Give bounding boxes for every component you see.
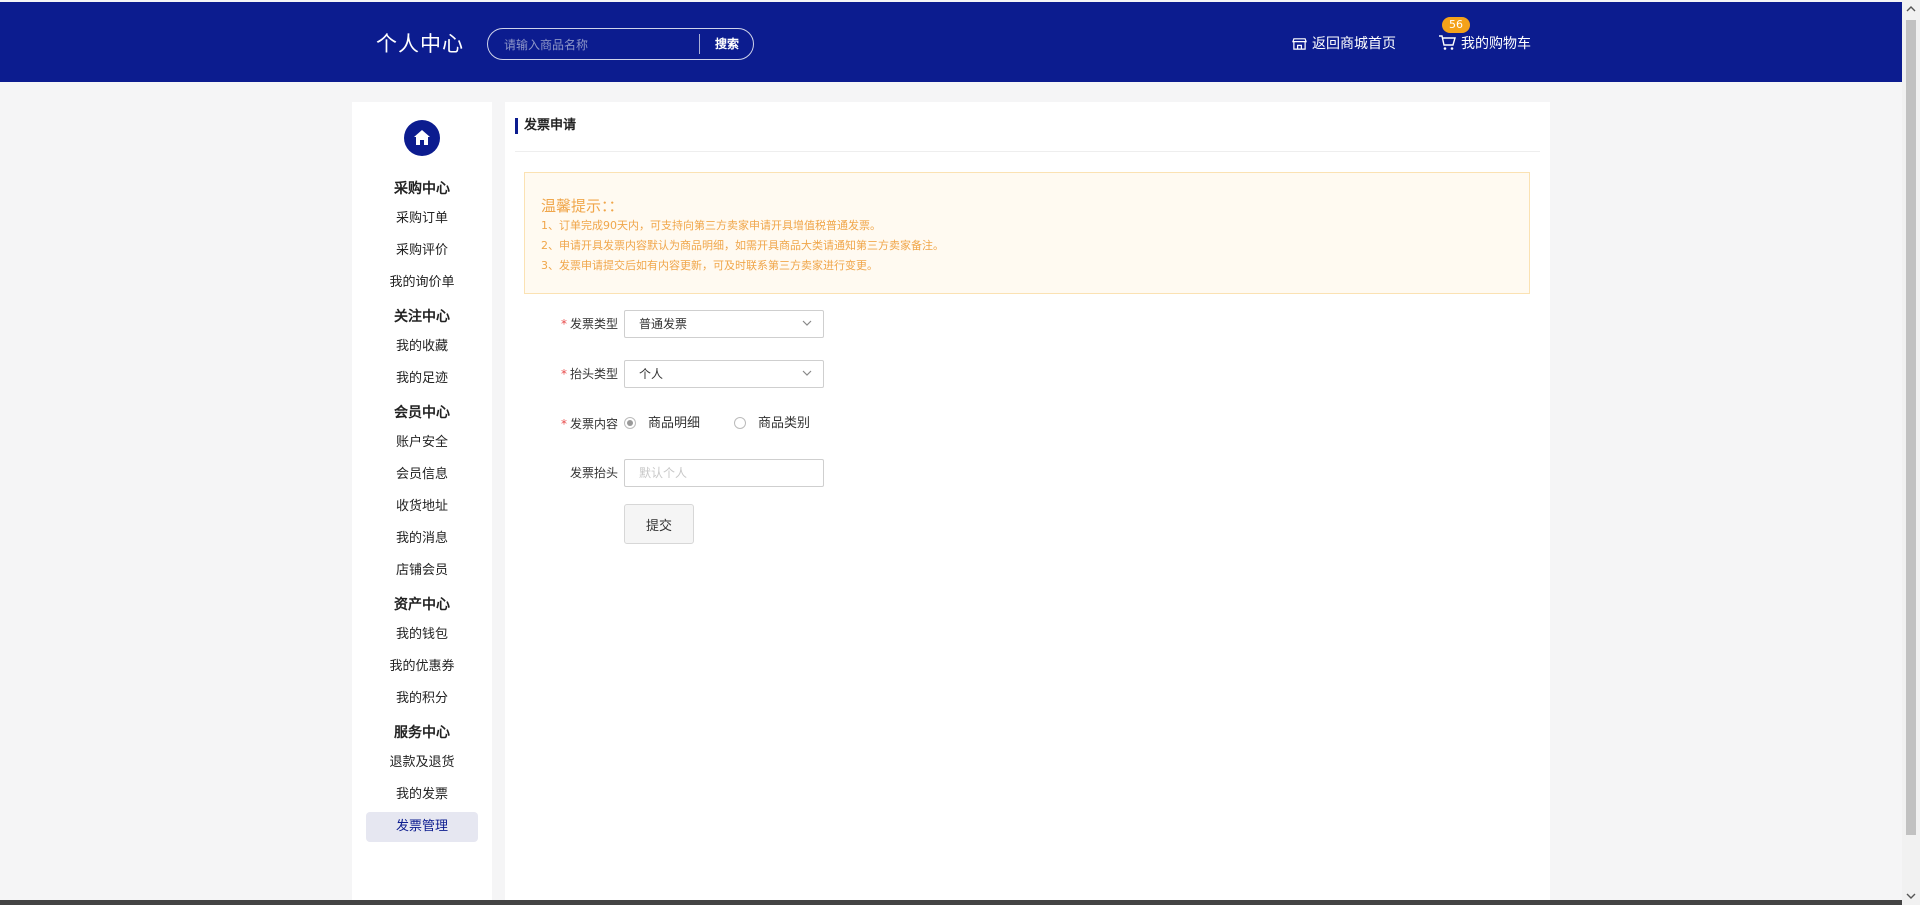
sidebar-item-points[interactable]: 我的积分 xyxy=(366,684,478,714)
sidebar-group-title: 关注中心 xyxy=(394,309,450,325)
sidebar: 采购中心 采购订单 采购评价 我的询价单 关注中心 我的收藏 我的足迹 会员中心… xyxy=(352,102,492,902)
invoice-content-label: * 发票内容 xyxy=(560,417,618,431)
scroll-up-arrow-icon[interactable] xyxy=(1906,4,1916,14)
radio-product-category[interactable] xyxy=(734,417,746,429)
sidebar-item-my-inquiries[interactable]: 我的询价单 xyxy=(366,268,478,298)
scrollbar-thumb[interactable] xyxy=(1906,20,1916,835)
radio-product-detail[interactable] xyxy=(624,417,636,429)
top-header: 个人中心 搜索 返回商城首页 我的购物车 xyxy=(0,2,1902,82)
sidebar-item-wallet[interactable]: 我的钱包 xyxy=(366,620,478,650)
sidebar-group-follow: 关注中心 我的收藏 我的足迹 xyxy=(352,302,492,394)
invoice-type-select[interactable]: 普通发票 xyxy=(624,310,824,338)
main-panel: 发票申请 温馨提示：： 1、订单完成90天内，可支持向第三方卖家申请开具增值税普… xyxy=(505,102,1550,902)
sidebar-group-title: 会员中心 xyxy=(394,405,450,421)
radio-product-detail-label[interactable]: 商品明细 xyxy=(648,410,700,438)
store-icon xyxy=(1292,37,1307,50)
sidebar-group-service: 服务中心 退款及退货 我的发票 发票管理 xyxy=(352,718,492,842)
invoice-title-input[interactable] xyxy=(624,459,824,487)
notice-line: 1、订单完成90天内，可支持向第三方卖家申请开具增值税普通发票。 xyxy=(541,219,881,232)
bottom-edge-strip xyxy=(0,900,1902,905)
cart-count-badge: 56 xyxy=(1442,17,1470,33)
sidebar-item-shipping-address[interactable]: 收货地址 xyxy=(366,492,478,522)
submit-button[interactable]: 提交 xyxy=(624,504,694,544)
search-button[interactable]: 搜索 xyxy=(700,29,754,59)
my-cart-label: 我的购物车 xyxy=(1461,36,1531,52)
required-mark: * xyxy=(560,317,567,331)
chevron-down-icon xyxy=(802,370,812,376)
notice-line: 2、申请开具发票内容默认为商品明细，如需开具商品大类请通知第三方卖家备注。 xyxy=(541,239,944,252)
vertical-scrollbar[interactable] xyxy=(1902,0,1920,905)
back-to-mall-label: 返回商城首页 xyxy=(1312,36,1396,52)
notice-box: 温馨提示：： 1、订单完成90天内，可支持向第三方卖家申请开具增值税普通发票。 … xyxy=(524,172,1530,294)
sidebar-item-purchase-orders[interactable]: 采购订单 xyxy=(366,204,478,234)
sidebar-item-store-membership[interactable]: 店铺会员 xyxy=(366,556,478,586)
sidebar-group-member: 会员中心 账户安全 会员信息 收货地址 我的消息 店铺会员 xyxy=(352,398,492,586)
search-box: 搜索 xyxy=(487,28,754,60)
invoice-type-label: * 发票类型 xyxy=(560,317,618,331)
form-row-title-type: * 抬头类型 个人 xyxy=(505,360,1105,388)
sidebar-menu: 采购中心 采购订单 采购评价 我的询价单 关注中心 我的收藏 我的足迹 会员中心… xyxy=(352,170,492,844)
scroll-down-arrow-icon[interactable] xyxy=(1906,891,1916,901)
sidebar-item-coupons[interactable]: 我的优惠券 xyxy=(366,652,478,682)
cart-icon xyxy=(1439,35,1456,50)
notice-title: 温馨提示：： xyxy=(541,197,624,215)
sidebar-item-favorites[interactable]: 我的收藏 xyxy=(366,332,478,362)
page-brand-title: 个人中心 xyxy=(376,32,464,56)
sidebar-item-purchase-reviews[interactable]: 采购评价 xyxy=(366,236,478,266)
form-row-invoice-content: * 发票内容 商品明细 商品类别 xyxy=(505,410,1105,438)
title-type-label: * 抬头类型 xyxy=(560,367,618,381)
sidebar-group-title: 服务中心 xyxy=(394,725,450,741)
sidebar-item-invoice-management[interactable]: 发票管理 xyxy=(366,812,478,842)
form-row-invoice-type: * 发票类型 普通发票 xyxy=(505,310,1105,338)
required-mark: * xyxy=(560,367,567,381)
my-cart-link[interactable]: 我的购物车 xyxy=(1438,33,1531,53)
sidebar-item-member-info[interactable]: 会员信息 xyxy=(366,460,478,490)
back-to-mall-link[interactable]: 返回商城首页 xyxy=(1292,33,1396,53)
sidebar-home-button[interactable] xyxy=(404,120,440,156)
notice-line: 3、发票申请提交后如有内容更新，可及时联系第三方卖家进行变更。 xyxy=(541,259,878,272)
sidebar-group-purchase: 采购中心 采购订单 采购评价 我的询价单 xyxy=(352,174,492,298)
radio-product-category-label[interactable]: 商品类别 xyxy=(758,410,810,438)
sidebar-group-title: 采购中心 xyxy=(394,181,450,197)
sidebar-item-my-invoices[interactable]: 我的发票 xyxy=(366,780,478,810)
chevron-down-icon xyxy=(802,320,812,326)
invoice-type-value: 普通发票 xyxy=(639,317,688,331)
sidebar-item-account-security[interactable]: 账户安全 xyxy=(366,428,478,458)
required-mark: * xyxy=(560,417,567,431)
page-title: 发票申请 xyxy=(515,118,576,134)
sidebar-item-refunds[interactable]: 退款及退货 xyxy=(366,748,478,778)
home-icon xyxy=(414,130,430,145)
sidebar-group-title: 资产中心 xyxy=(394,597,450,613)
sidebar-item-footprints[interactable]: 我的足迹 xyxy=(366,364,478,394)
title-type-select[interactable]: 个人 xyxy=(624,360,824,388)
title-type-value: 个人 xyxy=(639,367,664,381)
invoice-title-label: 发票抬头 xyxy=(569,466,618,480)
form-row-invoice-title: 发票抬头 xyxy=(505,459,1105,487)
title-divider xyxy=(515,151,1540,152)
search-input[interactable] xyxy=(502,33,686,57)
sidebar-group-assets: 资产中心 我的钱包 我的优惠券 我的积分 xyxy=(352,590,492,714)
sidebar-item-messages[interactable]: 我的消息 xyxy=(366,524,478,554)
